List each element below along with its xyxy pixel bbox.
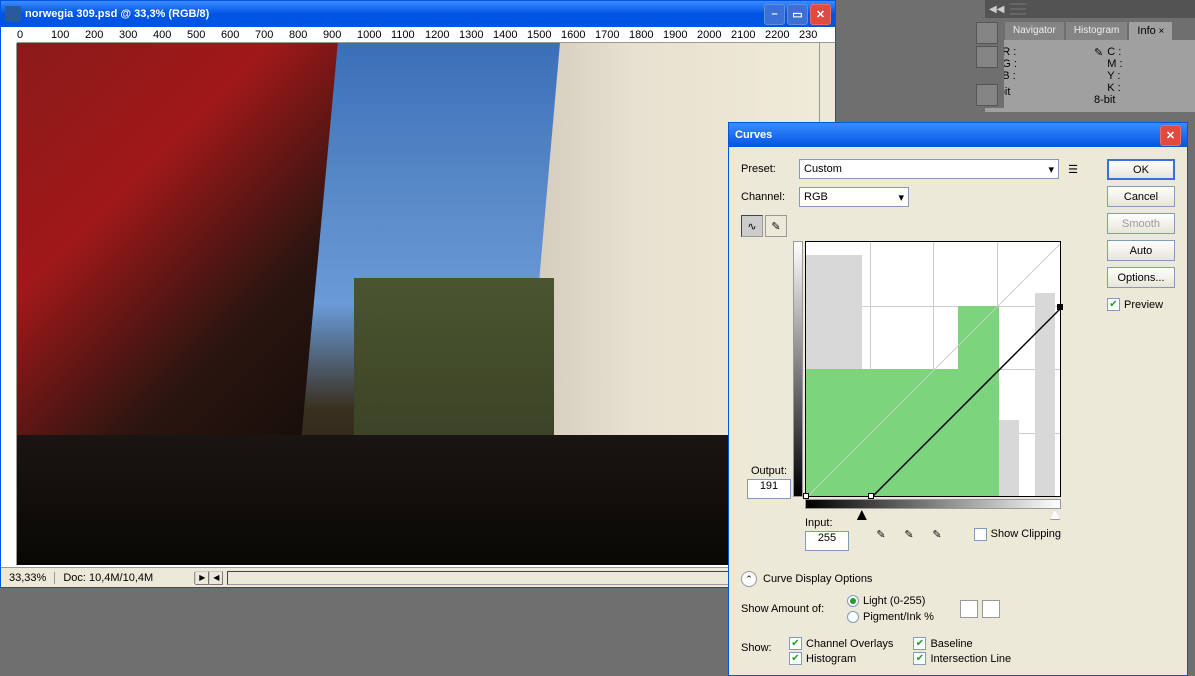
info-c-label: C :: [1107, 46, 1122, 58]
pigment-radio[interactable]: [847, 611, 859, 623]
preset-select[interactable]: Custom: [799, 159, 1059, 179]
preview-label: Preview: [1124, 299, 1163, 311]
curve-display-label: Curve Display Options: [763, 573, 872, 585]
doc-info[interactable]: Doc: 10,4M/10,4M: [55, 572, 195, 584]
ruler-vertical[interactable]: [1, 43, 17, 565]
preset-label: Preset:: [741, 163, 793, 175]
input-label: Input:: [805, 517, 833, 529]
document-canvas[interactable]: [17, 43, 819, 565]
info-b-label: B :: [1002, 70, 1017, 82]
curves-close-button[interactable]: ✕: [1160, 125, 1181, 146]
show-clipping-checkbox[interactable]: [974, 528, 987, 541]
auto-button[interactable]: Auto: [1107, 240, 1175, 261]
white-slider[interactable]: [1050, 510, 1060, 520]
histogram-checkbox[interactable]: ✔: [789, 652, 802, 665]
intersection-checkbox[interactable]: ✔: [913, 652, 926, 665]
curves-grid[interactable]: [805, 241, 1061, 497]
grid-detailed-icon[interactable]: [982, 600, 1000, 618]
input-input[interactable]: 255: [805, 531, 849, 551]
channel-label: Channel:: [741, 191, 793, 203]
black-slider[interactable]: [857, 510, 867, 520]
options-button[interactable]: Options...: [1107, 267, 1175, 288]
curves-dialog-title: Curves: [735, 129, 1160, 141]
show-amount-label: Show Amount of:: [741, 603, 841, 615]
curve-tool-points[interactable]: ∿: [741, 215, 763, 237]
curves-titlebar[interactable]: Curves ✕: [729, 123, 1187, 147]
info-y-label: Y :: [1107, 70, 1122, 82]
show-label: Show:: [741, 642, 783, 654]
tab-histogram[interactable]: Histogram: [1066, 22, 1128, 40]
tab-navigator[interactable]: Navigator: [1005, 22, 1064, 40]
curve-tool-pencil[interactable]: ✎: [765, 215, 787, 237]
info-panel-body: ✎ R : G : B : 8-bit ✎ C : M : Y : K : 8-…: [985, 40, 1195, 112]
output-input[interactable]: 191: [747, 479, 791, 499]
tool-icon-3[interactable]: [976, 84, 998, 106]
light-label: Light (0-255): [863, 595, 925, 607]
scroll-menu-arrow[interactable]: ▶: [195, 571, 209, 585]
document-window: norwegia 309.psd @ 33,3% (RGB/8) – ▭ ✕ 0…: [0, 0, 836, 588]
zoom-level[interactable]: 33,33%: [1, 572, 55, 584]
channel-select[interactable]: RGB: [799, 187, 909, 207]
tab-info[interactable]: Info ×: [1129, 22, 1172, 40]
tool-icon-2[interactable]: [976, 46, 998, 68]
eyedropper-icon: ✎: [1094, 46, 1103, 94]
channel-overlays-checkbox[interactable]: ✔: [789, 637, 802, 650]
ruler-horizontal[interactable]: 0100200300400500600700800900100011001200…: [17, 27, 835, 43]
eyedropper-gray-icon[interactable]: ✎: [899, 524, 919, 544]
curve-point-white[interactable]: [1057, 304, 1063, 310]
eyedropper-black-icon[interactable]: ✎: [871, 524, 891, 544]
info-panel: ◀◀ Navigator Histogram Info × ✎ R : G : …: [985, 0, 1195, 112]
scroll-left-arrow[interactable]: ◀: [209, 571, 223, 585]
minimize-button[interactable]: –: [764, 4, 785, 25]
eyedropper-white-icon[interactable]: ✎: [927, 524, 947, 544]
status-bar: 33,33% Doc: 10,4M/10,4M ▶ ◀: [1, 567, 835, 587]
close-button[interactable]: ✕: [810, 4, 831, 25]
preview-checkbox[interactable]: ✔: [1107, 298, 1120, 311]
document-titlebar[interactable]: norwegia 309.psd @ 33,3% (RGB/8) – ▭ ✕: [1, 1, 835, 27]
app-icon: [5, 6, 21, 22]
input-gradient: [805, 499, 1061, 509]
pigment-label: Pigment/Ink %: [863, 611, 934, 623]
panel-control-bar[interactable]: ◀◀: [985, 0, 1195, 18]
info-k-label: K :: [1107, 82, 1122, 94]
baseline-checkbox[interactable]: ✔: [913, 637, 926, 650]
document-title: norwegia 309.psd @ 33,3% (RGB/8): [25, 8, 764, 20]
cancel-button[interactable]: Cancel: [1107, 186, 1175, 207]
tool-icon-1[interactable]: [976, 22, 998, 44]
output-label: Output:: [751, 465, 787, 477]
preset-menu-icon[interactable]: ☰: [1065, 163, 1081, 176]
output-gradient: [793, 241, 803, 497]
grid-simple-icon[interactable]: [960, 600, 978, 618]
curves-dialog: Curves ✕ OK Cancel Smooth Auto Options..…: [728, 122, 1188, 676]
smooth-button[interactable]: Smooth: [1107, 213, 1175, 234]
disclosure-button[interactable]: ⌃: [741, 571, 757, 587]
info-m-label: M :: [1107, 58, 1122, 70]
info-r-label: R :: [1002, 46, 1017, 58]
panel-collapse-icon[interactable]: ◀◀: [989, 4, 1004, 15]
show-clipping-label: Show Clipping: [991, 528, 1061, 540]
panel-menu-icon[interactable]: [1010, 2, 1026, 16]
info-bit2: 8-bit: [1094, 94, 1191, 106]
curve: [806, 242, 1060, 496]
info-g-label: G :: [1002, 58, 1017, 70]
maximize-button[interactable]: ▭: [787, 4, 808, 25]
light-radio[interactable]: [847, 595, 859, 607]
ok-button[interactable]: OK: [1107, 159, 1175, 180]
